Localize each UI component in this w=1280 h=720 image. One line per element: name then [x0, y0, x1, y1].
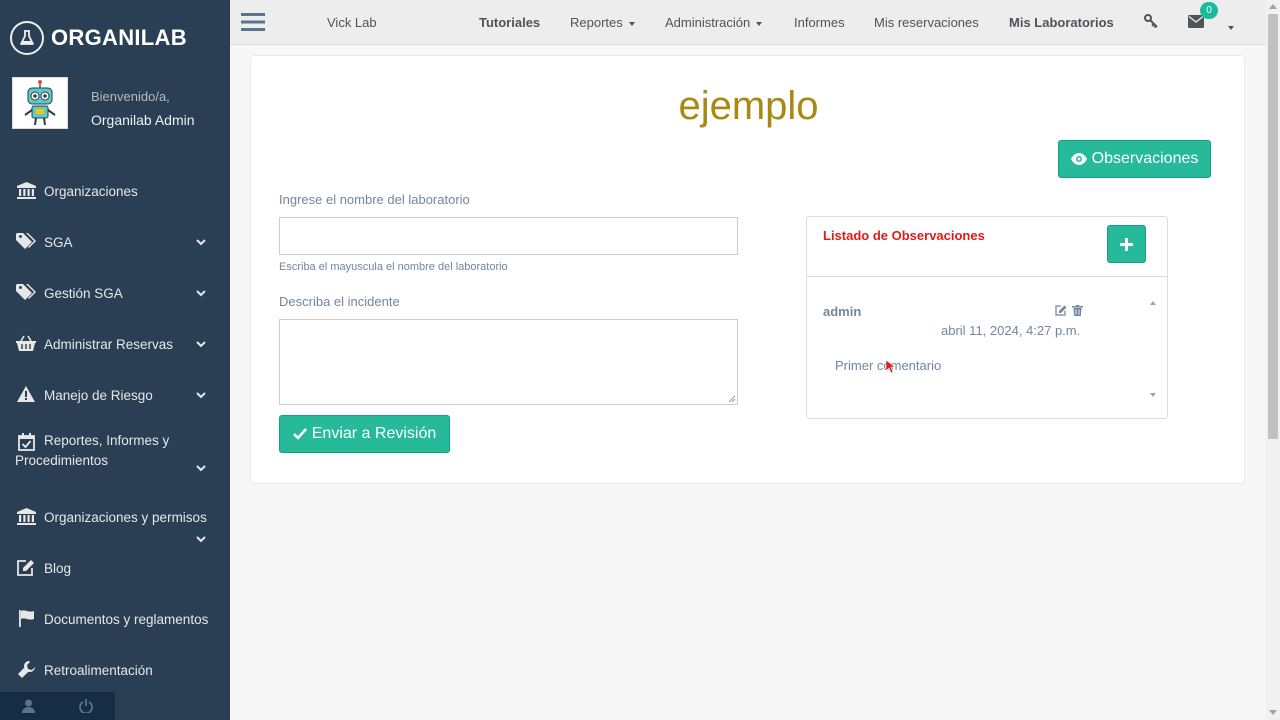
sidebar: ORGANILAB Bienvenido/a, Organilab Admin [0, 0, 230, 720]
sidebar-item-sga[interactable]: SGA [0, 217, 230, 268]
scroll-down-arrow-icon[interactable] [1269, 710, 1277, 715]
welcome-text: Bienvenido/a, [91, 89, 170, 104]
add-observation-button[interactable] [1107, 225, 1146, 263]
sidebar-item-label: Gestión SGA [44, 286, 123, 301]
mis-reservaciones-link[interactable]: Mis reservaciones [874, 15, 979, 30]
page-scrollbar-thumb[interactable] [1268, 14, 1278, 439]
notification-badge: 0 [1200, 2, 1218, 19]
basket-icon [16, 333, 36, 353]
reportes-dropdown[interactable]: Reportes [570, 15, 635, 30]
plus-icon [1120, 237, 1133, 251]
current-lab-link[interactable]: Vick Lab [327, 15, 377, 30]
sidebar-footer [0, 692, 115, 720]
warning-icon [16, 384, 36, 404]
sidebar-item-organizaciones-permisos[interactable]: Organizaciones y permisos [0, 492, 230, 543]
tutoriales-link[interactable]: Tutoriales [479, 15, 540, 30]
observations-button-label: Observaciones [1091, 150, 1199, 167]
brand-name: ORGANILAB [51, 25, 187, 50]
sidebar-item-label: Retroalimentación [44, 663, 153, 678]
submit-review-label: Enviar a Revisión [311, 425, 437, 442]
sidebar-item-label: Blog [44, 561, 72, 576]
sidebar-item-administrar-reservas[interactable]: Administrar Reservas [0, 319, 230, 370]
eye-icon [1070, 153, 1087, 165]
informes-link[interactable]: Informes [794, 15, 845, 30]
main-panel: ejemplo Observaciones Ingrese el nombre … [250, 55, 1245, 484]
chevron-down-icon [196, 392, 206, 399]
bank-icon [16, 180, 36, 200]
sidebar-item-manejo-de-riesgo[interactable]: Manejo de Riesgo [0, 370, 230, 421]
caret-down-icon [628, 21, 635, 26]
key-icon[interactable] [1144, 14, 1158, 31]
sidebar-item-label: Documentos y reglamentos [44, 612, 209, 627]
resize-grip-icon[interactable] [728, 395, 736, 403]
check-icon [292, 428, 307, 440]
administracion-label: Administración [665, 15, 751, 30]
flag-icon [16, 608, 36, 628]
observations-card-header: Listado de Observaciones [807, 217, 1167, 277]
sidebar-item-organizaciones[interactable]: Organizaciones [0, 166, 230, 217]
sidebar-item-reportes-informes[interactable]: Reportes, Informes y Procedimientos [0, 421, 230, 492]
user-icon[interactable] [0, 692, 58, 720]
user-dropdown-caret[interactable] [1228, 19, 1234, 34]
sidebar-item-label: SGA [44, 235, 73, 250]
lab-name-input[interactable] [279, 217, 738, 255]
brand[interactable]: ORGANILAB [10, 20, 187, 56]
sidebar-item-label: Organizaciones [44, 184, 138, 199]
observations-list: admin abril 11, 2024, 4:27 p.m. Primer c… [807, 278, 1167, 418]
observation-date: abril 11, 2024, 4:27 p.m. [941, 323, 1081, 338]
sidebar-item-label: Organizaciones y permisos [44, 510, 207, 525]
caret-down-icon [756, 21, 763, 26]
edit-icon[interactable] [1055, 305, 1067, 316]
mouse-cursor-icon [886, 360, 896, 374]
sidebar-item-documentos[interactable]: Documentos y reglamentos [0, 594, 230, 645]
avatar [12, 77, 68, 129]
sidebar-item-retroalimentacion[interactable]: Retroalimentación [0, 645, 230, 696]
envelope-icon[interactable] [1188, 15, 1204, 31]
incident-textarea[interactable] [279, 319, 738, 405]
incident-label: Describa el incidente [279, 294, 400, 309]
page-title: ejemplo [678, 84, 819, 128]
sidebar-item-label: Reportes, Informes y Procedimientos [15, 433, 170, 468]
sidebar-menu: Organizaciones SGA Gestión SGA Administr… [0, 166, 230, 696]
list-scroll-down-icon[interactable] [1150, 393, 1156, 397]
observation-actions [1055, 305, 1083, 316]
chevron-down-icon [196, 290, 206, 297]
lab-name-help: Escriba el mayuscula el nombre del labor… [279, 261, 508, 273]
sidebar-item-gestion-sga[interactable]: Gestión SGA [0, 268, 230, 319]
chevron-down-icon [196, 239, 206, 246]
menu-toggle-icon[interactable] [241, 12, 265, 32]
observations-title: Listado de Observaciones [823, 228, 985, 243]
sidebar-item-label: Administrar Reservas [44, 337, 174, 352]
top-nav: Vick Lab Tutoriales Reportes Administrac… [230, 0, 1266, 45]
mis-laboratorios-link[interactable]: Mis Laboratorios [1009, 15, 1114, 30]
profile: Bienvenido/a, Organilab Admin [12, 77, 222, 131]
observations-card: Listado de Observaciones admin abril 11,… [806, 216, 1168, 419]
reportes-label: Reportes [570, 15, 623, 30]
edit-icon [16, 557, 36, 577]
chevron-down-icon [196, 341, 206, 348]
caret-down-icon [1228, 25, 1234, 30]
administracion-dropdown[interactable]: Administración [665, 15, 763, 30]
scroll-up-arrow-icon[interactable] [1269, 4, 1277, 9]
bank-icon [16, 506, 36, 526]
list-scroll-up-icon[interactable] [1150, 301, 1156, 305]
tags-icon [16, 231, 36, 251]
lab-name-label: Ingrese el nombre del laboratorio [279, 192, 470, 207]
power-icon[interactable] [58, 692, 116, 720]
sidebar-item-label: Manejo de Riesgo [44, 388, 153, 403]
sidebar-item-blog[interactable]: Blog [0, 543, 230, 594]
observation-author: admin [823, 304, 862, 319]
chevron-down-icon [196, 465, 206, 472]
trash-icon[interactable] [1072, 305, 1083, 316]
wrench-icon [16, 659, 36, 679]
tags-icon [16, 282, 36, 302]
username: Organilab Admin [91, 112, 195, 128]
observations-button[interactable]: Observaciones [1058, 140, 1211, 178]
flask-icon [10, 21, 44, 55]
submit-review-button[interactable]: Enviar a Revisión [279, 415, 450, 453]
